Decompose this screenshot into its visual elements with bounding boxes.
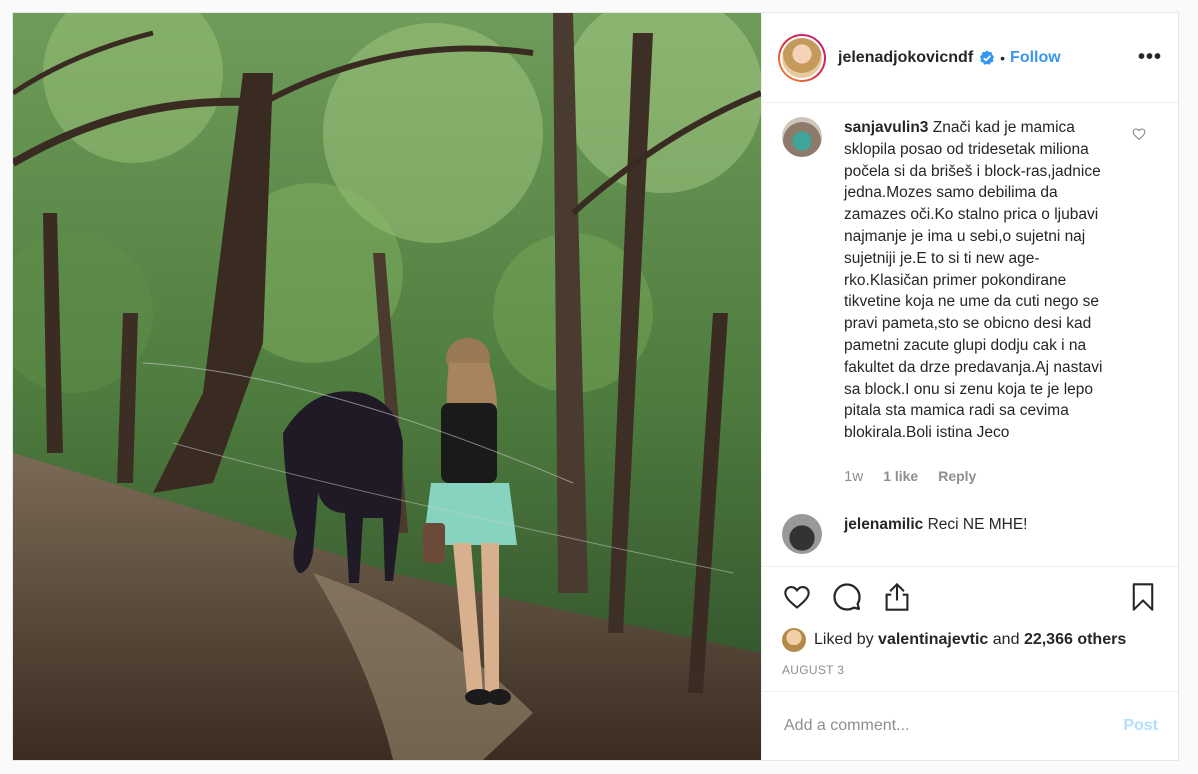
- comment-avatar[interactable]: [782, 513, 822, 554]
- share-button[interactable]: [880, 580, 914, 614]
- more-options-button[interactable]: •••: [1138, 46, 1162, 69]
- share-icon: [885, 582, 909, 611]
- action-bar: [762, 567, 1178, 627]
- liked-by-conjunction: and: [992, 631, 1020, 648]
- author-avatar-image: [782, 37, 822, 78]
- separator-dot: •: [1000, 49, 1006, 66]
- comment-item: sanjavulin3 Znači kad je mamica sklopila…: [762, 103, 1178, 488]
- like-button[interactable]: [780, 580, 814, 614]
- bookmark-icon: [1132, 583, 1154, 611]
- comment-time[interactable]: 1w: [844, 466, 863, 488]
- post-photo[interactable]: [13, 13, 761, 760]
- comment-reply-button[interactable]: Reply: [938, 466, 976, 488]
- comment-avatar[interactable]: [782, 117, 822, 157]
- comment-username[interactable]: sanjavulin3: [844, 119, 928, 136]
- post-sidebar: jelenadjokovicndf • Follow ••• sanjavuli…: [761, 13, 1178, 760]
- verified-badge-icon: [980, 50, 995, 65]
- comment-icon: [833, 583, 861, 611]
- comment-text: Znači kad je mamica sklopila posao od tr…: [844, 119, 1103, 442]
- heart-icon: [784, 586, 810, 609]
- comment-button[interactable]: [830, 580, 864, 614]
- comment-item: jelenamilic Reci NE MHE!: [762, 488, 1178, 554]
- liker-avatar[interactable]: [782, 628, 806, 652]
- instagram-post: jelenadjokovicndf • Follow ••• sanjavuli…: [12, 12, 1179, 761]
- small-heart-icon[interactable]: [1132, 127, 1146, 141]
- liker-username[interactable]: valentinajevtic: [878, 631, 988, 649]
- author-username[interactable]: jelenadjokovicndf: [838, 49, 973, 67]
- save-button[interactable]: [1126, 580, 1160, 614]
- post-comment-button[interactable]: Post: [1123, 717, 1158, 735]
- comment-input[interactable]: [782, 716, 1124, 736]
- comment-username[interactable]: jelenamilic: [844, 516, 923, 533]
- forest-scene-image: [13, 13, 761, 760]
- liked-by-others[interactable]: 22,366 others: [1024, 631, 1126, 649]
- comments-list[interactable]: sanjavulin3 Znači kad je mamica sklopila…: [762, 103, 1178, 567]
- post-date[interactable]: AUGUST 3: [762, 653, 1178, 689]
- follow-button[interactable]: Follow: [1010, 49, 1061, 67]
- liked-by-line: Liked by valentinajevtic and 22,366 othe…: [762, 627, 1178, 653]
- comment-meta: 1w 1 like Reply: [844, 466, 1106, 488]
- add-comment-bar: Post: [762, 691, 1178, 760]
- comment-text: Reci NE MHE!: [927, 515, 1028, 533]
- post-header: jelenadjokovicndf • Follow •••: [762, 13, 1178, 103]
- author-avatar[interactable]: [778, 33, 826, 82]
- comment-likes[interactable]: 1 like: [883, 466, 918, 488]
- liked-by-prefix: Liked by: [814, 631, 874, 648]
